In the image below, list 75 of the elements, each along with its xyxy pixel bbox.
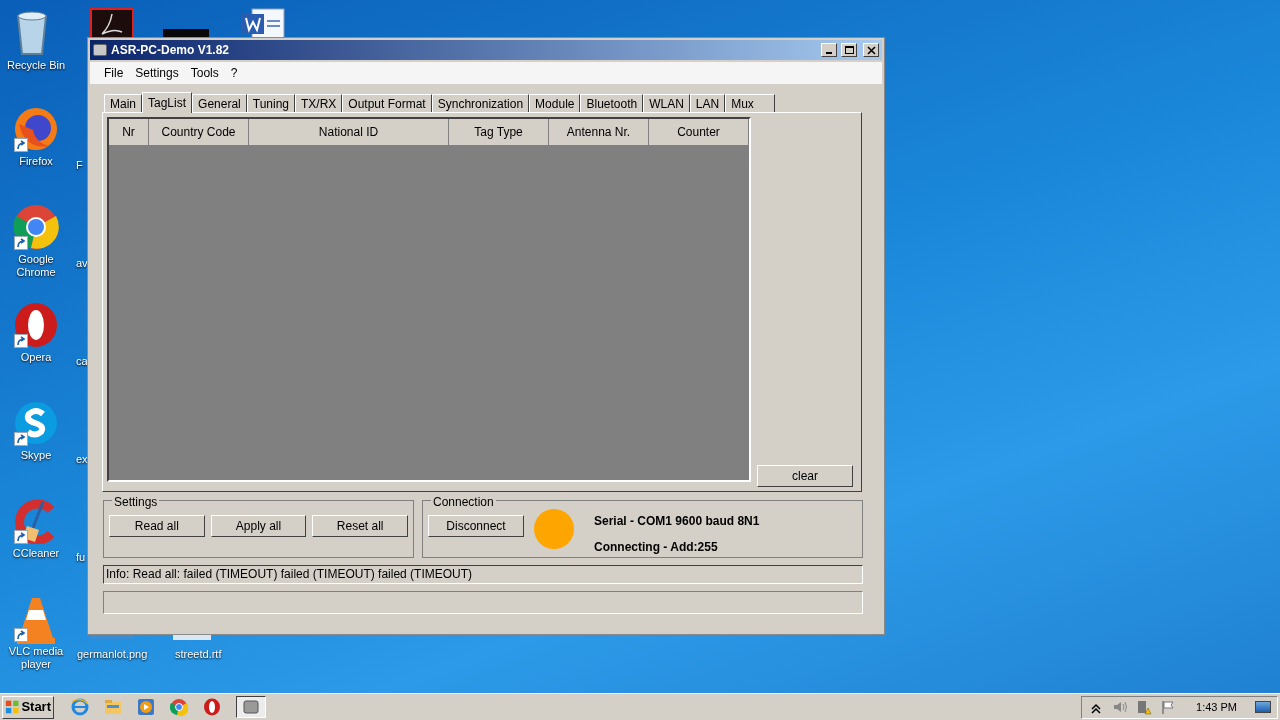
maximize-button[interactable] [841, 43, 857, 57]
column-header[interactable]: Country Code [149, 119, 249, 146]
desktop-icon-label: F [76, 158, 83, 173]
desktop-icon-label: ca [76, 354, 88, 369]
action-button[interactable]: Reset all [312, 515, 408, 537]
desktop-icon-label: germanlot.png [77, 647, 148, 662]
column-header[interactable]: Tag Type [449, 119, 549, 146]
tab[interactable]: LAN [689, 94, 726, 112]
show-desktop-button[interactable] [1255, 701, 1271, 713]
shortcut-arrow-icon [14, 628, 28, 642]
close-button[interactable] [863, 43, 879, 57]
start-button[interactable]: Start [2, 695, 54, 719]
action-button[interactable]: Read all [109, 515, 205, 537]
menu-item[interactable]: Settings [131, 64, 183, 82]
tab[interactable]: Synchronization [431, 94, 530, 112]
column-header[interactable]: Nr [109, 119, 149, 146]
desktop-icon-label: Skype [19, 449, 53, 462]
desktop-icon-label: Recycle Bin [5, 59, 67, 72]
clear-button[interactable]: clear [757, 465, 853, 487]
shortcut-arrow-icon [14, 432, 28, 446]
close-icon [866, 46, 876, 55]
chrome-icon[interactable] [13, 204, 59, 250]
shortcut-arrow-icon [14, 530, 28, 544]
window-title: ASR-PC-Demo V1.82 [111, 42, 230, 59]
tab[interactable]: Module [529, 94, 581, 112]
maximize-icon [844, 46, 854, 54]
connection-status-text: Connecting - Add:255 [594, 539, 719, 556]
desktop-icon-label: Firefox [18, 155, 54, 168]
connection-type-text: Serial - COM1 9600 baud 8N1 [594, 513, 760, 530]
tab[interactable]: Mux [725, 94, 775, 112]
info-status-bar: Info: Read all: failed (TIMEOUT) failed (TIMEOUT) failed (TIMEOUT) [103, 565, 863, 584]
windows-logo-icon [5, 699, 20, 715]
tab[interactable]: Output Format [342, 94, 432, 112]
shortcut-arrow-icon [14, 334, 28, 348]
desktop-icon-label: Opera [19, 351, 53, 364]
tab[interactable]: TagList [142, 92, 193, 113]
play-icon[interactable] [137, 698, 155, 716]
word-document-icon[interactable] [240, 8, 286, 38]
desktop-icon-label: av [76, 256, 88, 271]
minimize-icon [824, 52, 833, 54]
opera-icon[interactable] [13, 302, 59, 348]
chrome-icon[interactable] [170, 698, 188, 716]
app-icon [93, 44, 107, 56]
opera-icon[interactable] [203, 698, 221, 716]
pdf-document-icon[interactable] [90, 8, 134, 38]
disconnect-button[interactable]: Disconnect [428, 515, 524, 537]
tab[interactable]: WLAN [643, 94, 690, 112]
tab[interactable]: Tuning [246, 94, 295, 112]
firefox-icon[interactable] [13, 106, 59, 152]
desktop-icon-label: fu [76, 550, 86, 565]
shortcut-arrow-icon [14, 236, 28, 250]
column-header[interactable]: National ID [249, 119, 449, 146]
window-icon [243, 700, 259, 714]
desktop-icon-label: ex [76, 452, 88, 467]
column-header[interactable]: Antenna Nr. [549, 119, 649, 146]
desktop-icon-label: VLC media player [7, 645, 65, 671]
desktop-icon-label: Google Chrome [15, 253, 57, 279]
skype-icon[interactable] [13, 400, 59, 446]
action-button[interactable]: Apply all [210, 515, 307, 537]
tab[interactable]: General [192, 94, 247, 112]
tab[interactable]: TX/RX [295, 94, 343, 112]
tab[interactable]: Main [104, 94, 142, 112]
desktop-icon-label: CCleaner [11, 547, 61, 560]
minimize-button[interactable] [821, 43, 837, 57]
menu-item[interactable]: File [100, 64, 128, 82]
clock[interactable]: 1:43 PM [1196, 698, 1237, 716]
menu-item[interactable]: Tools [186, 64, 223, 82]
menu-item[interactable]: ? [226, 64, 242, 82]
tab[interactable]: Bluetooth [580, 94, 644, 112]
app-taskbar-button[interactable] [236, 696, 266, 718]
desktop-icon-label: streetd.rtf [175, 647, 222, 662]
network-warning-icon[interactable] [1136, 699, 1153, 715]
flag-icon[interactable] [1160, 699, 1177, 715]
shortcut-arrow-icon [14, 138, 28, 152]
column-header[interactable]: Counter [649, 119, 749, 146]
